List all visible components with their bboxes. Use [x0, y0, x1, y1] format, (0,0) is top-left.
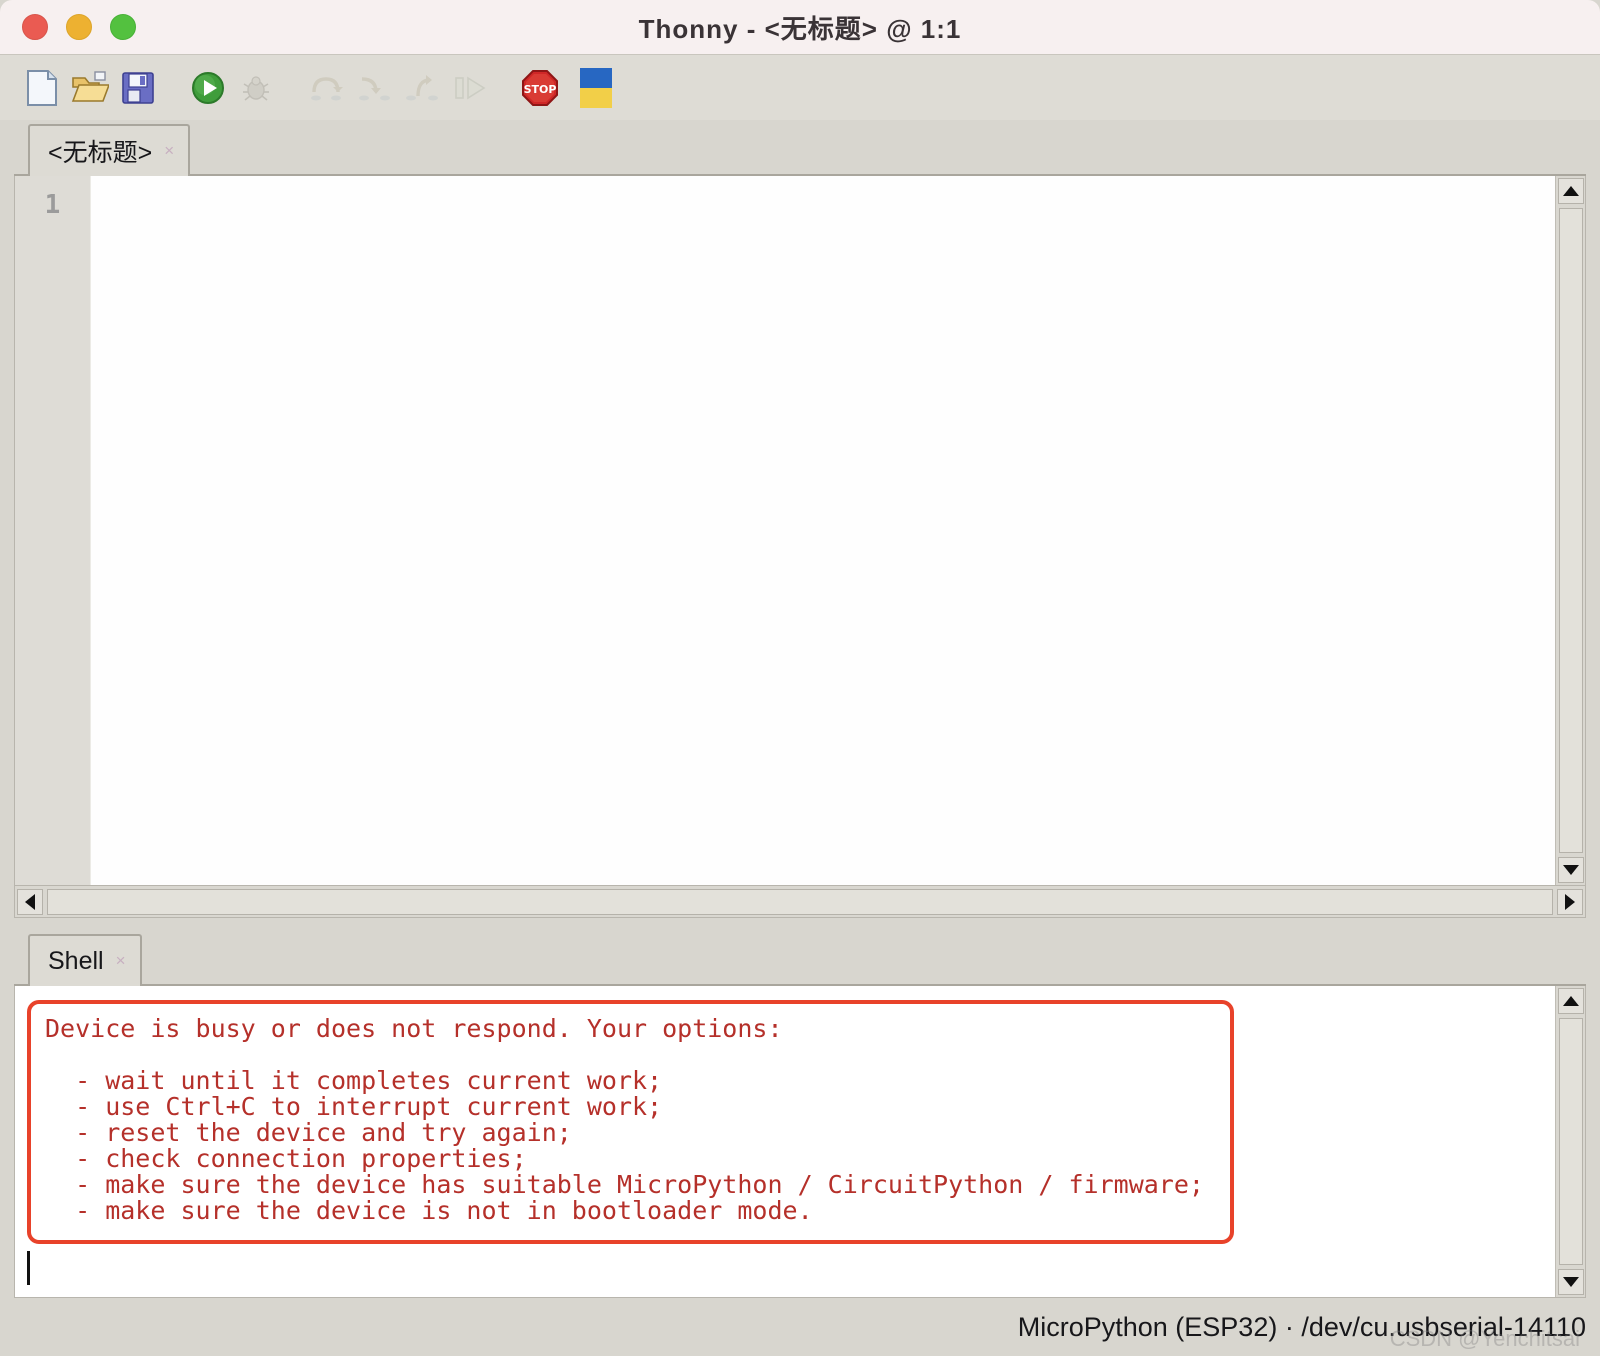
shell-vertical-scrollbar[interactable] [1555, 986, 1585, 1297]
scroll-down-button[interactable] [1557, 1269, 1584, 1295]
close-icon[interactable]: × [116, 951, 126, 971]
error-line: - reset the device and try again; [45, 1118, 572, 1147]
resume-button [446, 64, 494, 112]
bug-icon [239, 71, 273, 105]
scroll-right-button[interactable] [1557, 888, 1583, 915]
toolbar: STOP [0, 55, 1600, 120]
error-line: - check connection properties; [45, 1144, 527, 1173]
error-line: - use Ctrl+C to interrupt current work; [45, 1092, 663, 1121]
chevron-left-icon [25, 893, 35, 910]
scroll-up-button[interactable] [1557, 178, 1584, 204]
code-text-area[interactable] [91, 176, 1555, 885]
editor-tab-untitled[interactable]: <无标题> × [28, 124, 191, 176]
shell-text-area[interactable]: Device is busy or does not respond. Your… [15, 986, 1555, 1297]
save-file-button[interactable] [114, 64, 162, 112]
scroll-down-button[interactable] [1557, 857, 1584, 883]
shell-tabbar: Shell × [14, 930, 1586, 986]
shell-tab[interactable]: Shell × [28, 934, 142, 986]
debug-button [232, 64, 280, 112]
chevron-down-icon [1562, 1277, 1579, 1287]
editor-tab-label: <无标题> [48, 139, 153, 167]
editor-vscroll-thumb[interactable] [1558, 208, 1583, 853]
zoom-window-button[interactable] [110, 14, 136, 40]
support-ukraine-button[interactable] [572, 64, 620, 112]
error-line: - make sure the device is not in bootloa… [45, 1196, 813, 1225]
step-over-arrow-icon [308, 72, 344, 104]
window-controls [22, 14, 136, 40]
scroll-up-button[interactable] [1557, 988, 1584, 1014]
step-over-button [302, 64, 350, 112]
step-into-arrow-icon [356, 72, 392, 104]
close-icon[interactable]: × [164, 141, 174, 161]
error-line: - make sure the device has suitable Micr… [45, 1170, 1204, 1199]
editor-vertical-scrollbar[interactable] [1555, 176, 1585, 885]
error-line: Device is busy or does not respond. Your… [45, 1014, 783, 1043]
new-file-button[interactable] [18, 64, 66, 112]
floppy-save-icon [121, 71, 155, 105]
error-line [45, 1042, 1204, 1068]
editor-horizontal-scrollbar[interactable] [14, 886, 1586, 918]
chevron-up-icon [1562, 996, 1579, 1006]
stop-sign-icon: STOP [521, 69, 559, 107]
green-play-icon [191, 71, 225, 105]
chevron-up-icon [1562, 186, 1579, 196]
open-file-button[interactable] [66, 64, 114, 112]
device-busy-error-box: Device is busy or does not respond. Your… [27, 1000, 1234, 1244]
resume-play-icon [452, 73, 488, 103]
scroll-left-button[interactable] [17, 888, 43, 915]
minimize-window-button[interactable] [66, 14, 92, 40]
stop-button[interactable]: STOP [516, 64, 564, 112]
line-number: 1 [44, 190, 61, 220]
step-out-button [398, 64, 446, 112]
shell-tab-label: Shell [48, 946, 104, 975]
shell-text-caret [27, 1251, 30, 1285]
new-file-icon [25, 69, 59, 107]
chevron-right-icon [1565, 893, 1575, 910]
window-title: Thonny - <无标题> @ 1:1 [638, 13, 962, 44]
shell-panel: Shell × Device is busy or does not respo… [0, 918, 1600, 1298]
ukraine-flag-icon [579, 67, 613, 109]
editor-panel: <无标题> × 1 [0, 120, 1600, 918]
shell-vscroll-thumb[interactable] [1558, 1018, 1583, 1265]
editor-hscroll-thumb[interactable] [47, 888, 1553, 915]
editor-tabbar: <无标题> × [14, 120, 1586, 176]
open-folder-icon [71, 70, 109, 106]
shell-body: Device is busy or does not respond. Your… [14, 986, 1586, 1298]
interpreter-status[interactable]: MicroPython (ESP32) · /dev/cu.usbserial-… [1018, 1312, 1586, 1343]
thonny-window: Thonny - <无标题> @ 1:1 STOP <无标题> × 1 Shel… [0, 0, 1600, 1356]
close-window-button[interactable] [22, 14, 48, 40]
run-button[interactable] [184, 64, 232, 112]
svg-text:STOP: STOP [524, 83, 557, 96]
status-bar: MicroPython (ESP32) · /dev/cu.usbserial-… [0, 1298, 1600, 1356]
editor-line-number-gutter: 1 [15, 176, 91, 885]
title-bar: Thonny - <无标题> @ 1:1 [0, 0, 1600, 55]
step-into-button [350, 64, 398, 112]
editor-body: 1 [14, 176, 1586, 886]
chevron-down-icon [1562, 865, 1579, 875]
step-out-arrow-icon [404, 72, 440, 104]
error-line: - wait until it completes current work; [45, 1066, 663, 1095]
